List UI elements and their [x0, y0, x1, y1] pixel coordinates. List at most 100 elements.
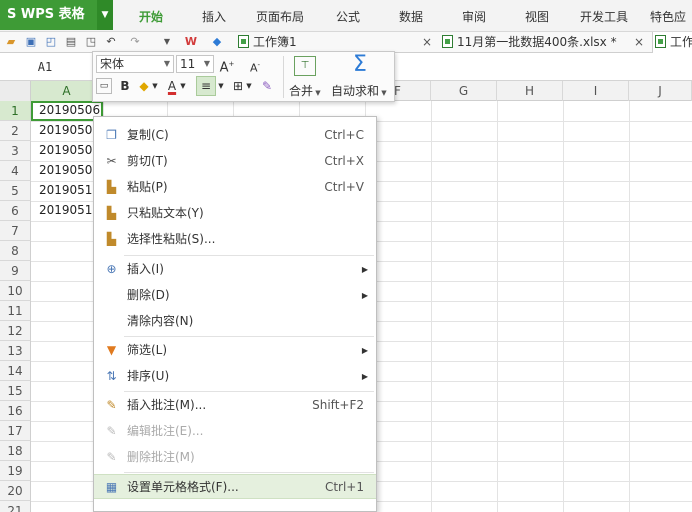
customize-dropdown-icon[interactable]: ▼ — [160, 35, 174, 49]
row-header[interactable]: 17 — [0, 421, 31, 441]
merge-button[interactable]: 合并 ▼ — [289, 82, 321, 99]
row-header[interactable]: 3 — [0, 141, 31, 161]
clear-format-icon[interactable]: ✎ — [259, 77, 275, 95]
row-header[interactable]: 2 — [0, 121, 31, 141]
menu-item-label: 剪切(T) — [127, 154, 168, 168]
export-pdf-icon[interactable]: ◰ — [44, 35, 58, 49]
workbook-file-icon — [442, 35, 453, 48]
name-box[interactable]: A1 — [0, 57, 90, 77]
menu-item-sort[interactable]: ⇅ 排序(U) ▶ — [94, 364, 376, 389]
menu-item-shortcut: Shift+F2 — [312, 398, 364, 412]
menu-item-copy[interactable]: ❐ 复制(C) Ctrl+C — [94, 123, 376, 148]
menu-item-filter[interactable]: ▼ 筛选(L) ▶ — [94, 338, 376, 363]
row-header[interactable]: 19 — [0, 461, 31, 481]
row-header[interactable]: 11 — [0, 301, 31, 321]
menu-item-paste[interactable]: ▙ 粘贴(P) Ctrl+V — [94, 175, 376, 200]
tab-data[interactable]: 数据 — [399, 0, 423, 30]
print-preview-icon[interactable]: ◳ — [84, 35, 98, 49]
app-logo-button[interactable]: S WPS 表格 — [0, 0, 97, 30]
align-center-icon[interactable]: ≡ — [196, 76, 216, 96]
row-header[interactable]: 12 — [0, 321, 31, 341]
row-header[interactable]: 7 — [0, 221, 31, 241]
row-header[interactable]: 20 — [0, 481, 31, 501]
chevron-down-icon[interactable]: ▼ — [179, 77, 187, 95]
undo-icon[interactable]: ↶ — [104, 35, 118, 49]
font-name-select[interactable]: 宋体 ▼ — [96, 55, 174, 73]
document-tab-active[interactable]: 工作 — [652, 32, 692, 53]
tab-home[interactable]: 开始 — [139, 0, 163, 30]
font-name-value: 宋体 — [100, 57, 125, 71]
wps-spreadsheet-window: S WPS 表格 ▼ 开始 插入 页面布局 公式 数据 审阅 视图 开发工具 特… — [0, 0, 692, 512]
row-header[interactable]: 14 — [0, 361, 31, 381]
save-icon[interactable]: ▣ — [24, 35, 38, 49]
select-all-corner[interactable] — [0, 81, 31, 101]
menu-separator — [124, 336, 374, 337]
menu-item-insert[interactable]: ⊕ 插入(I) ▶ — [94, 257, 376, 282]
document-tab-workbook1[interactable]: 工作簿1 — [238, 32, 297, 53]
grow-font-button[interactable]: A+ — [218, 55, 236, 77]
row-header[interactable]: 16 — [0, 401, 31, 421]
close-tab-icon[interactable]: × — [422, 32, 432, 53]
tab-developer[interactable]: 开发工具 — [580, 0, 628, 30]
gridline — [431, 101, 432, 512]
menu-item-format-cells[interactable]: ▦ 设置单元格格式(F)... Ctrl+1 — [94, 474, 376, 499]
tab-review[interactable]: 审阅 — [462, 0, 486, 30]
row-header[interactable]: 1 — [0, 101, 31, 121]
menu-item-cut[interactable]: ✂ 剪切(T) Ctrl+X — [94, 149, 376, 174]
chevron-down-icon[interactable]: ▼ — [217, 77, 225, 95]
row-header[interactable]: 18 — [0, 441, 31, 461]
tab-insert[interactable]: 插入 — [202, 0, 226, 30]
row-header[interactable]: 15 — [0, 381, 31, 401]
row-header[interactable]: 6 — [0, 201, 31, 221]
row-header[interactable]: 13 — [0, 341, 31, 361]
menu-item-insert-comment[interactable]: ✎ 插入批注(M)... Shift+F2 — [94, 393, 376, 418]
menu-item-label: 复制(C) — [127, 128, 169, 142]
autosum-label: 自动求和 — [331, 84, 380, 98]
column-header-g[interactable]: G — [431, 81, 497, 101]
app-menu-dropdown-icon[interactable]: ▼ — [97, 0, 113, 30]
font-color-button[interactable]: A — [165, 77, 179, 95]
row-header[interactable]: 9 — [0, 261, 31, 281]
redo-icon[interactable]: ↷ — [128, 35, 142, 49]
row-header[interactable]: 5 — [0, 181, 31, 201]
format-painter-icon[interactable]: ▭ — [96, 78, 112, 94]
print-icon[interactable]: ▤ — [64, 35, 78, 49]
sort-icon: ⇅ — [106, 369, 117, 383]
document-tab-data-file[interactable]: 11月第一批数据400条.xlsx * — [442, 32, 617, 53]
menu-item-paste-special[interactable]: ▙ 选择性粘贴(S)... — [94, 227, 376, 252]
row-header[interactable]: 4 — [0, 161, 31, 181]
menu-item-paste-text[interactable]: ▙ 只粘贴文本(Y) — [94, 201, 376, 226]
column-header-j[interactable]: J — [629, 81, 692, 101]
close-tab-icon[interactable]: × — [634, 32, 644, 53]
chevron-down-icon[interactable]: ▼ — [245, 77, 253, 95]
borders-icon[interactable]: ⊞ — [231, 77, 245, 95]
row-header[interactable]: 10 — [0, 281, 31, 301]
open-folder-icon[interactable]: ▰ — [4, 35, 18, 49]
column-header-i[interactable]: I — [563, 81, 629, 101]
autosum-button[interactable]: 自动求和 ▼ — [331, 82, 387, 99]
tab-formulas[interactable]: 公式 — [336, 0, 360, 30]
tab-special-apps[interactable]: 特色应用 — [650, 0, 692, 58]
column-header-h[interactable]: H — [497, 81, 563, 101]
merge-cells-icon[interactable]: ⊤ — [294, 56, 316, 76]
menu-bar: S WPS 表格 ▼ 开始 插入 页面布局 公式 数据 审阅 视图 开发工具 特… — [0, 0, 692, 58]
font-size-select[interactable]: 11 ▼ — [176, 55, 214, 73]
mini-format-toolbar: 宋体 ▼ 11 ▼ A+ A- ▭ B ◆ ▼ A ▼ ≡ ▼ ⊞ ▼ ✎ ⊤ … — [92, 51, 395, 102]
autosum-icon[interactable]: Σ — [349, 52, 371, 78]
menu-item-clear-contents[interactable]: 清除内容(N) — [94, 309, 376, 334]
cube-icon[interactable]: ◆ — [210, 35, 224, 49]
tab-page-layout[interactable]: 页面布局 — [256, 0, 304, 30]
row-header[interactable]: 21 — [0, 501, 31, 512]
fill-color-icon[interactable]: ◆ — [137, 77, 151, 95]
row-header[interactable]: 8 — [0, 241, 31, 261]
wps-w-icon[interactable]: W — [184, 35, 198, 49]
menu-separator — [124, 391, 374, 392]
tab-view[interactable]: 视图 — [525, 0, 549, 30]
chevron-down-icon[interactable]: ▼ — [151, 77, 159, 95]
shrink-font-button[interactable]: A- — [246, 56, 264, 78]
bold-button[interactable]: B — [118, 77, 132, 95]
edit-comment-icon: ✎ — [106, 424, 117, 438]
menu-item-delete[interactable]: 删除(D) ▶ — [94, 283, 376, 308]
submenu-arrow-icon: ▶ — [361, 372, 368, 381]
menu-item-label: 插入(I) — [127, 262, 164, 276]
